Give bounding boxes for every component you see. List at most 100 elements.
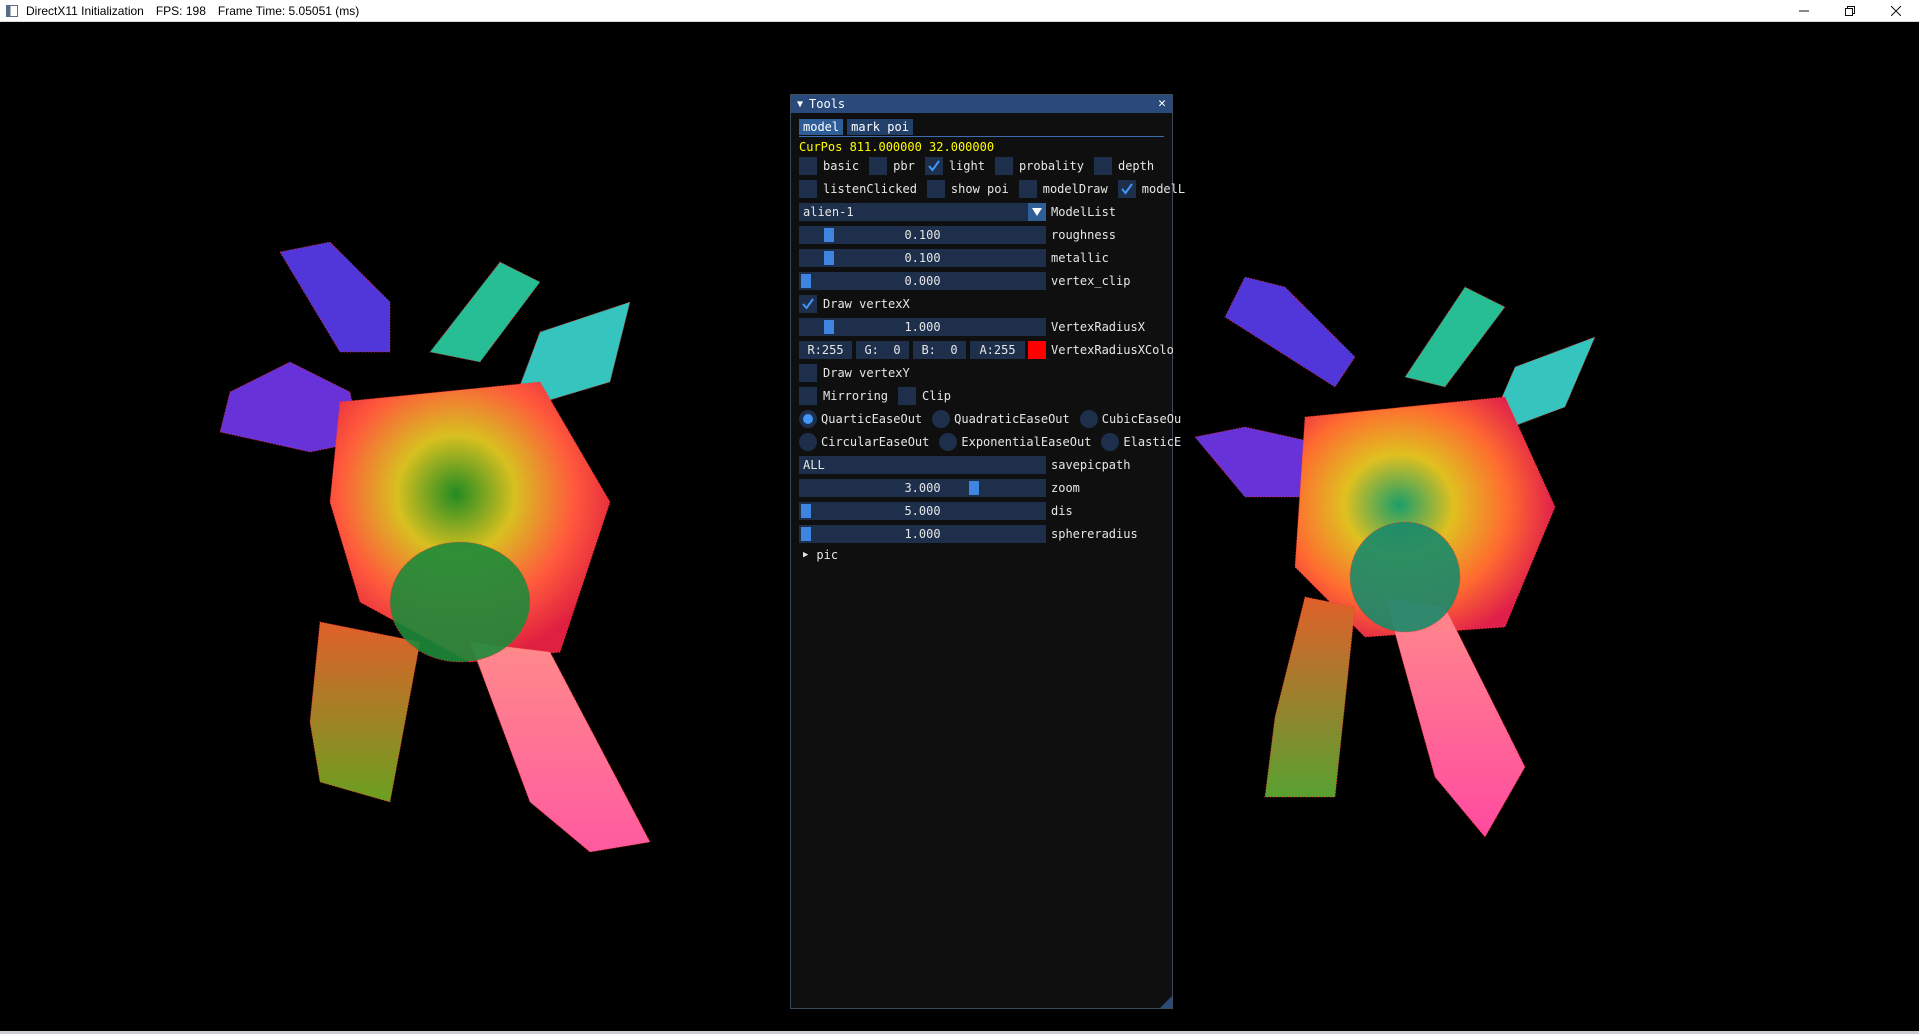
checkbox-box[interactable] [799, 157, 817, 175]
checkbox-box[interactable] [1093, 157, 1112, 175]
vertex-radius-x-label: VertexRadiusX [1051, 320, 1145, 334]
color-r-field[interactable]: R:255 [799, 341, 852, 359]
cursor-position-readout: CurPos 811.000000 32.000000 [799, 140, 995, 154]
checkbox-box[interactable] [869, 157, 888, 175]
radio-cubic-ease-out[interactable]: CubicEaseOu [1079, 410, 1181, 428]
tab-underline [799, 136, 1164, 137]
dis-slider[interactable]: 5.000 [799, 502, 1046, 520]
draw-vertex-x-checkbox[interactable]: Draw vertexX [799, 295, 910, 313]
clip-checkbox[interactable]: Clip [898, 387, 951, 405]
radio-elastic-ease[interactable]: ElasticE [1101, 433, 1181, 451]
checkmark-icon [1120, 183, 1133, 195]
radio-circular-ease-out[interactable]: CircularEaseOut [799, 433, 929, 451]
color-swatch[interactable] [1028, 341, 1046, 359]
vertex-clip-slider[interactable]: 0.000 [799, 272, 1046, 290]
checkbox-label: depth [1117, 159, 1155, 173]
color-b-field[interactable]: B: 0 [913, 341, 966, 359]
vertex-clip-label: vertex_clip [1051, 274, 1131, 288]
savepicpath-input[interactable]: ALL [799, 456, 1046, 474]
triangle-right-icon[interactable]: ▶ [803, 550, 808, 560]
checkbox-box[interactable] [994, 157, 1013, 175]
checkbox-box[interactable] [799, 387, 817, 405]
zoom-label: zoom [1051, 481, 1080, 495]
checkbox-box[interactable] [799, 364, 817, 382]
checkmark-icon [802, 298, 814, 310]
window-title: DirectX11 Initialization [26, 3, 144, 18]
dis-label: dis [1051, 504, 1073, 518]
radio-exponential-ease-out[interactable]: ExponentialEaseOut [939, 433, 1091, 451]
model-draw-checkbox[interactable]: modelDraw [1018, 180, 1108, 198]
mirroring-checkbox[interactable]: Mirroring [799, 387, 888, 405]
checkbox-box[interactable] [924, 157, 943, 175]
radio-label: QuarticEaseOut [821, 412, 923, 426]
checkbox-label: Draw vertexY [823, 366, 910, 380]
radio-circle[interactable] [1101, 433, 1120, 451]
slider-value: 3.000 [904, 481, 941, 495]
window-titlebar[interactable]: DirectX11 Initialization FPS: 198 Frame … [0, 0, 1919, 22]
color-g-field[interactable]: G: 0 [856, 341, 909, 359]
sphereradius-slider[interactable]: 1.000 [799, 525, 1046, 543]
color-a-field[interactable]: A:255 [970, 341, 1025, 359]
pic-tree-node[interactable]: ▶ pic [803, 546, 838, 564]
checkbox-box[interactable] [799, 295, 817, 313]
close-icon[interactable]: ✕ [1158, 96, 1166, 111]
radio-circle[interactable] [1079, 410, 1098, 428]
show-poi-checkbox[interactable]: show poi [926, 180, 1009, 198]
checkbox-box[interactable] [926, 180, 945, 198]
fps-readout: FPS: 198 [155, 3, 206, 18]
checkbox-label: light [948, 159, 985, 173]
pic-node-label: pic [816, 548, 839, 562]
radio-circle[interactable] [939, 433, 958, 451]
basic-checkbox[interactable]: basic [799, 157, 859, 175]
light-checkbox[interactable]: light [924, 157, 985, 175]
metallic-slider[interactable]: 0.100 [799, 249, 1046, 267]
checkbox-label: modelL [1141, 182, 1186, 196]
maximize-button[interactable] [1827, 0, 1873, 22]
radio-circle[interactable] [799, 410, 817, 428]
roughness-slider[interactable]: 0.100 [799, 226, 1046, 244]
radio-circle[interactable] [799, 433, 817, 451]
zoom-slider[interactable]: 3.000 [799, 479, 1046, 497]
radio-label: QuadraticEaseOut [954, 412, 1070, 426]
checkbox-label: listenClicked [823, 182, 917, 196]
model-l-checkbox[interactable]: modelL [1117, 180, 1186, 198]
tools-panel[interactable]: ▼ Tools ✕ model mark poi CurPos 811.0000… [790, 94, 1185, 1009]
tools-titlebar[interactable]: ▼ Tools ✕ [791, 95, 1172, 113]
radio-quartic-ease-out[interactable]: QuarticEaseOut [799, 410, 922, 428]
vertex-radius-x-slider[interactable]: 1.000 [799, 318, 1046, 336]
radio-label: CircularEaseOut [821, 435, 930, 449]
chevron-down-icon[interactable] [1028, 203, 1046, 221]
slider-value: 0.100 [904, 228, 941, 242]
app-icon [6, 4, 18, 17]
probality-checkbox[interactable]: probality [994, 157, 1084, 175]
triangle-down-icon[interactable]: ▼ [797, 99, 803, 110]
minimize-button[interactable] [1781, 0, 1827, 22]
checkbox-box[interactable] [799, 180, 817, 198]
checkbox-box[interactable] [1018, 180, 1037, 198]
checkbox-label: show poi [950, 182, 1009, 196]
slider-value: 0.100 [904, 251, 941, 265]
pbr-checkbox[interactable]: pbr [869, 157, 915, 175]
model-list-combo[interactable]: alien-1 [799, 203, 1046, 221]
tab-model[interactable]: model [799, 119, 844, 135]
restore-icon [1845, 6, 1855, 16]
checkbox-box[interactable] [898, 387, 917, 405]
roughness-label: roughness [1051, 228, 1117, 242]
model-list-label: ModelList [1051, 205, 1117, 219]
radio-label: ExponentialEaseOut [961, 435, 1092, 449]
checkbox-label: Clip [922, 389, 951, 403]
depth-checkbox[interactable]: depth [1093, 157, 1155, 175]
savepicpath-label: savepicpath [1051, 458, 1131, 472]
radio-quadratic-ease-out[interactable]: QuadraticEaseOut [932, 410, 1070, 428]
tools-title: Tools [809, 97, 846, 111]
radio-circle[interactable] [932, 410, 951, 428]
checkbox-label: basic [823, 159, 860, 173]
tab-mark-poi[interactable]: mark poi [847, 119, 913, 135]
slider-value: 1.000 [904, 527, 941, 541]
checkbox-box[interactable] [1117, 180, 1136, 198]
listen-clicked-checkbox[interactable]: listenClicked [799, 180, 917, 198]
close-window-button[interactable] [1873, 0, 1919, 22]
draw-vertex-y-checkbox[interactable]: Draw vertexY [799, 364, 910, 382]
resize-grip[interactable] [1160, 996, 1172, 1008]
slider-value: 0.000 [904, 274, 941, 288]
